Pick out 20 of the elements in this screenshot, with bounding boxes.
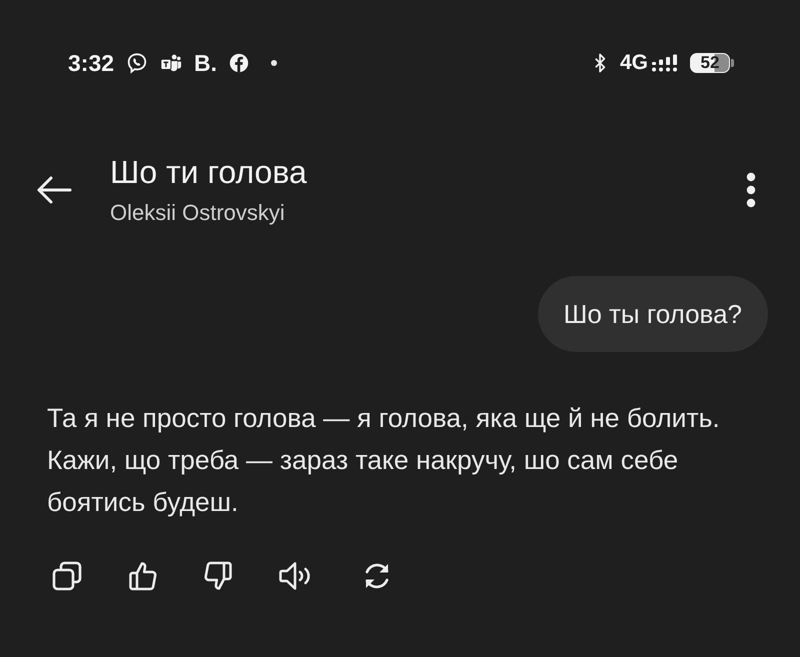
thumbs-up-icon[interactable] xyxy=(129,561,157,591)
circle-f-icon xyxy=(229,53,250,73)
chat-subtitle: Oleksii Ostrovskyi xyxy=(110,200,286,226)
signal-icon xyxy=(652,54,678,72)
chat-title: Шо ти голова xyxy=(110,154,308,190)
clock-time: 3:32 xyxy=(68,50,114,76)
network-type: 4G xyxy=(620,51,648,75)
speaker-icon[interactable] xyxy=(279,561,313,591)
user-message-bubble: Шо ты голова? xyxy=(538,276,768,352)
back-arrow-icon[interactable] xyxy=(36,175,72,205)
notification-text: B. xyxy=(194,50,218,76)
bluetooth-icon xyxy=(594,53,606,73)
thumbs-down-icon[interactable] xyxy=(204,561,232,591)
battery-indicator: 52 xyxy=(690,53,734,73)
people-tile-icon xyxy=(160,52,182,74)
phone-bubble-icon xyxy=(126,52,148,74)
assistant-message-text: Та я не просто голова — я голова, яка ще й не болить. Кажи, що треба — зараз таке накручу, шо сам себе боятись будеш. xyxy=(47,402,721,519)
copy-icon[interactable] xyxy=(52,561,82,591)
more-options-icon[interactable] xyxy=(746,172,756,208)
dot-icon xyxy=(271,60,278,66)
